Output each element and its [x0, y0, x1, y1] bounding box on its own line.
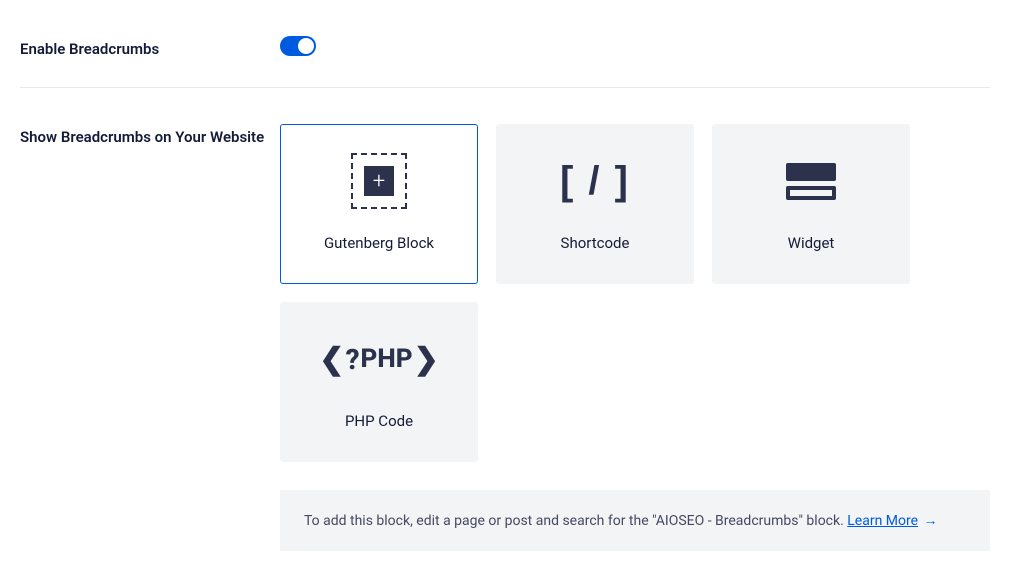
enable-breadcrumbs-label: Enable Breadcrumbs [20, 36, 280, 63]
show-breadcrumbs-row: Show Breadcrumbs on Your Website + Guten… [20, 108, 990, 567]
show-breadcrumbs-label: Show Breadcrumbs on Your Website [20, 124, 280, 551]
learn-more-link[interactable]: Learn More [847, 513, 918, 529]
php-code-icon: ❮?PHP❯ [319, 334, 438, 384]
shortcode-icon: [ / ] [560, 156, 630, 206]
enable-breadcrumbs-content [280, 36, 990, 63]
divider [20, 87, 990, 88]
enable-breadcrumbs-toggle[interactable] [280, 36, 316, 56]
card-gutenberg-label: Gutenberg Block [324, 234, 434, 252]
enable-breadcrumbs-row: Enable Breadcrumbs [20, 20, 990, 79]
notice-text: To add this block, edit a page or post a… [304, 513, 847, 529]
card-widget-label: Widget [788, 234, 835, 252]
card-shortcode-label: Shortcode [561, 234, 630, 252]
card-php-code[interactable]: ❮?PHP❯ PHP Code [280, 302, 478, 462]
gutenberg-block-icon: + [351, 156, 407, 206]
widget-icon [786, 156, 836, 206]
show-breadcrumbs-content: + Gutenberg Block [ / ] Shortcode [280, 124, 990, 551]
cards-container: + Gutenberg Block [ / ] Shortcode [280, 124, 990, 462]
card-php-label: PHP Code [345, 412, 413, 430]
card-shortcode[interactable]: [ / ] Shortcode [496, 124, 694, 284]
arrow-icon: → [924, 513, 938, 529]
card-gutenberg-block[interactable]: + Gutenberg Block [280, 124, 478, 284]
card-widget[interactable]: Widget [712, 124, 910, 284]
notice-box: To add this block, edit a page or post a… [280, 490, 990, 551]
